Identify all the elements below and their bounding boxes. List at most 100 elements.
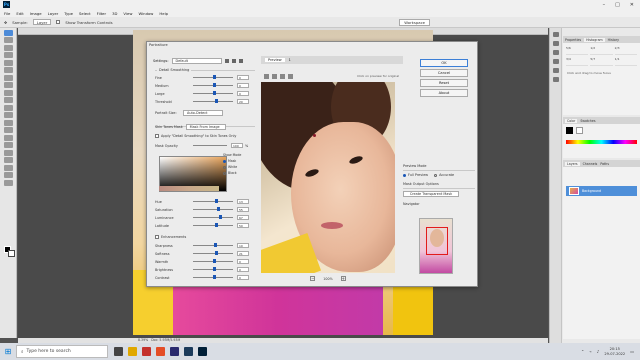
lightroom-icon[interactable] bbox=[184, 347, 193, 356]
slider-hue-value[interactable]: 13 bbox=[237, 199, 249, 204]
preview-image[interactable] bbox=[261, 82, 395, 273]
slider-brightness-track[interactable] bbox=[193, 267, 233, 271]
zoom-tool-button[interactable] bbox=[3, 172, 13, 178]
slider-saturation-value[interactable]: 55 bbox=[237, 207, 249, 212]
app-icon[interactable] bbox=[156, 347, 165, 356]
navigator-thumbnail[interactable] bbox=[419, 218, 453, 274]
color-fg-swatch[interactable] bbox=[566, 127, 573, 134]
tab-properties[interactable]: Properties bbox=[565, 38, 581, 42]
shape-tool-button[interactable] bbox=[3, 157, 13, 163]
create-mask-button[interactable]: Create Transparent Mask bbox=[403, 191, 459, 197]
apply-skin-checkbox[interactable] bbox=[155, 134, 159, 138]
color-spectrum[interactable] bbox=[566, 140, 637, 144]
slider-threshold-track[interactable] bbox=[193, 99, 233, 103]
transform-checkbox[interactable] bbox=[56, 20, 61, 24]
move-tool-icon[interactable]: ✥ bbox=[4, 20, 7, 25]
slider-knob[interactable] bbox=[215, 223, 218, 227]
slider-large-value[interactable]: 0 bbox=[237, 91, 249, 96]
tab-histogram[interactable]: Histogram bbox=[584, 37, 605, 42]
slider-knob[interactable] bbox=[215, 99, 218, 103]
zoom-out-button[interactable]: − bbox=[310, 276, 316, 281]
slider-knob[interactable] bbox=[213, 83, 216, 87]
marquee-tool-button[interactable] bbox=[3, 37, 13, 43]
color-bg-swatch[interactable] bbox=[576, 127, 583, 134]
tab-swatches[interactable]: Swatches bbox=[580, 119, 595, 123]
mask-opacity-value[interactable]: 100 bbox=[231, 143, 243, 148]
reset-button[interactable]: Reset bbox=[420, 79, 468, 87]
slider-knob[interactable] bbox=[215, 199, 218, 203]
ok-button[interactable]: OK bbox=[420, 59, 468, 67]
layer-row[interactable]: Background bbox=[566, 186, 637, 196]
single-view-icon[interactable] bbox=[264, 73, 269, 79]
cancel-button[interactable]: Cancel bbox=[420, 69, 468, 77]
tab-paths[interactable]: Paths bbox=[600, 162, 609, 166]
hand-tool-button[interactable] bbox=[3, 164, 13, 171]
menu-edit[interactable]: Edit bbox=[16, 11, 23, 16]
minimize-icon[interactable]: – bbox=[603, 2, 606, 8]
close-icon[interactable]: ✕ bbox=[630, 2, 634, 8]
tab-color[interactable]: Color bbox=[565, 118, 578, 123]
eyedropper-tool-button[interactable] bbox=[3, 67, 13, 73]
split-view-icon[interactable] bbox=[272, 73, 277, 79]
styles-panel-icon[interactable] bbox=[552, 59, 559, 64]
slider-knob[interactable] bbox=[213, 267, 216, 271]
slider-threshold-value[interactable]: 20 bbox=[237, 99, 249, 104]
path-select-tool-button[interactable] bbox=[3, 149, 13, 156]
adjustments-panel-icon[interactable] bbox=[552, 50, 559, 55]
slider-knob[interactable] bbox=[213, 243, 217, 247]
type-tool-button[interactable] bbox=[3, 142, 13, 148]
tab-preview-1[interactable]: 1 bbox=[289, 58, 291, 62]
compare-view-icon[interactable] bbox=[288, 73, 293, 79]
notifications-icon[interactable]: ▭ bbox=[630, 349, 634, 354]
tab-preview[interactable]: Preview bbox=[265, 58, 285, 62]
lasso-tool-button[interactable] bbox=[3, 44, 13, 51]
edit-toolbar-button[interactable] bbox=[3, 179, 13, 186]
pen-tool-button[interactable] bbox=[3, 134, 13, 141]
crop-tool-button[interactable] bbox=[3, 59, 13, 66]
slider-knob[interactable] bbox=[213, 259, 216, 263]
slider-contrast-value[interactable]: 0 bbox=[237, 275, 249, 280]
menu-image[interactable]: Image bbox=[30, 11, 42, 16]
slider-saturation-track[interactable] bbox=[193, 207, 233, 211]
save-preset-icon[interactable] bbox=[224, 59, 229, 63]
file-explorer-icon[interactable] bbox=[128, 347, 137, 356]
network-icon[interactable]: ⌁ bbox=[589, 349, 591, 354]
enhancements-checkbox[interactable] bbox=[155, 235, 159, 239]
maximize-icon[interactable]: □ bbox=[615, 2, 620, 8]
media-app-icon[interactable] bbox=[142, 347, 151, 356]
skin-tones-mode-select[interactable]: Mask From Image bbox=[185, 124, 226, 130]
premiere-icon[interactable] bbox=[170, 347, 179, 356]
slider-sharpness-track[interactable] bbox=[193, 243, 233, 247]
menu-window[interactable]: Window bbox=[138, 11, 153, 16]
paragraph-panel-icon[interactable] bbox=[552, 77, 559, 82]
windows-start-icon[interactable]: ⊞ bbox=[0, 343, 16, 360]
properties-panel-icon[interactable] bbox=[552, 41, 559, 46]
slider-fine-value[interactable]: 0 bbox=[237, 75, 249, 80]
delete-preset-icon[interactable] bbox=[231, 59, 236, 63]
slider-fine-track[interactable] bbox=[193, 75, 233, 79]
tab-layers[interactable]: Layers bbox=[565, 161, 580, 166]
slider-large-track[interactable] bbox=[193, 91, 233, 95]
slider-knob[interactable] bbox=[213, 75, 216, 79]
slider-latitude-track[interactable] bbox=[193, 223, 233, 227]
menu-select[interactable]: Select bbox=[79, 11, 91, 16]
preview-mode-full[interactable]: Full Preview bbox=[403, 173, 428, 177]
zoom-in-button[interactable]: + bbox=[340, 276, 346, 281]
slider-warmth-track[interactable] bbox=[193, 259, 233, 263]
slider-knob[interactable] bbox=[213, 91, 216, 95]
show-mode-black[interactable]: Black bbox=[223, 170, 241, 176]
task-view-icon[interactable] bbox=[114, 347, 123, 356]
brush-tool-button[interactable] bbox=[3, 82, 13, 88]
side-by-side-icon[interactable] bbox=[280, 73, 285, 79]
eraser-tool-button[interactable] bbox=[3, 104, 13, 111]
mask-opacity-track[interactable] bbox=[193, 145, 227, 146]
history-brush-tool-button[interactable] bbox=[3, 97, 13, 103]
menu-help[interactable]: Help bbox=[159, 11, 168, 16]
about-button[interactable]: About bbox=[420, 89, 468, 97]
dodge-tool-button[interactable] bbox=[3, 127, 13, 133]
clone-tool-button[interactable] bbox=[3, 89, 13, 96]
slider-contrast-track[interactable] bbox=[193, 275, 233, 279]
slider-latitude-value[interactable]: 50 bbox=[237, 223, 249, 228]
blur-tool-button[interactable] bbox=[3, 119, 13, 126]
slider-sharpness-value[interactable]: 10 bbox=[237, 243, 249, 248]
